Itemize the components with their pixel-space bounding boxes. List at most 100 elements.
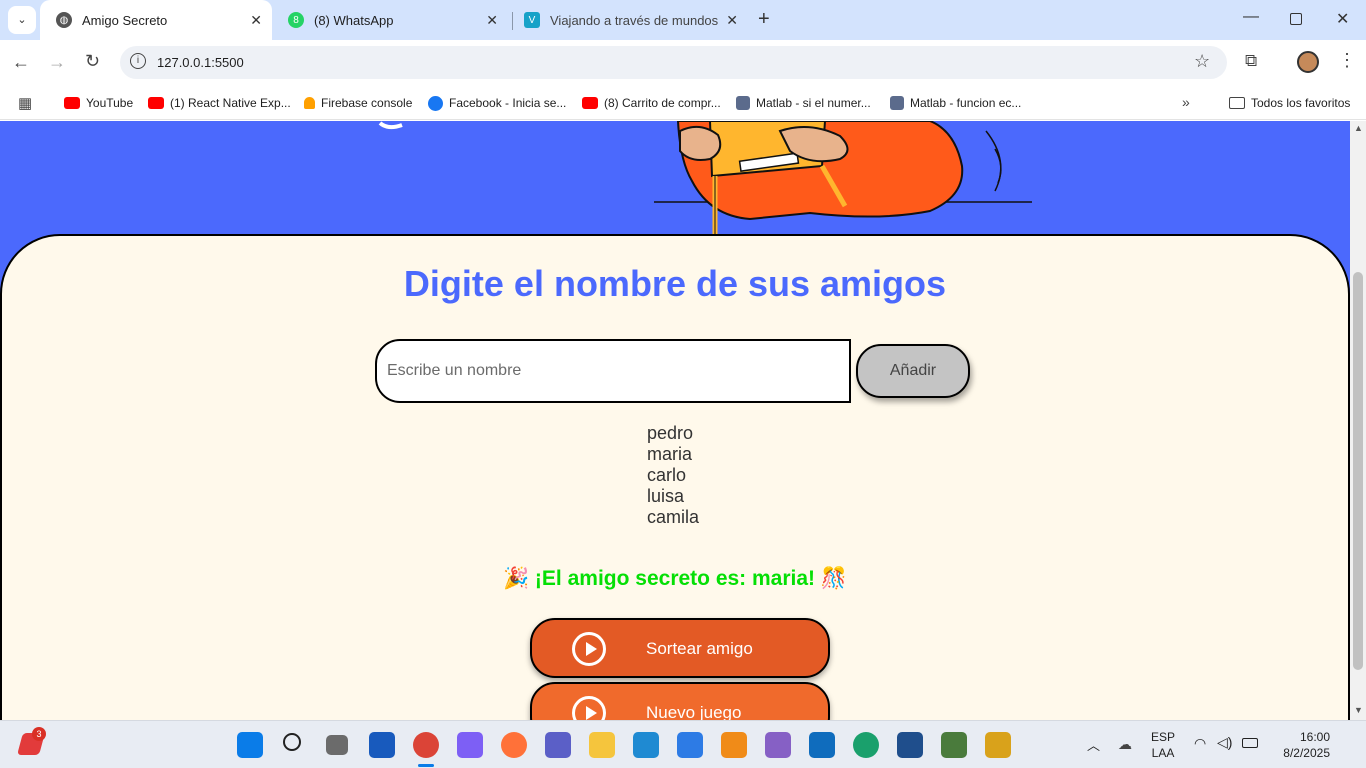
bookmark-matlab-1[interactable]: Matlab - si el numer... [736, 93, 871, 113]
app-icon[interactable] [985, 732, 1011, 758]
friend-list: pedro maria carlo luisa camila [647, 423, 699, 528]
draw-friend-button[interactable]: Sortear amigo [530, 618, 830, 678]
teams-icon[interactable] [545, 732, 571, 758]
bookmark-youtube[interactable]: YouTube [64, 93, 133, 113]
cloud-icon[interactable]: ☁ [1118, 736, 1132, 753]
visual-studio-icon[interactable] [765, 732, 791, 758]
active-indicator [418, 764, 434, 767]
apps-grid-icon[interactable]: ▦ [18, 94, 32, 112]
close-icon[interactable]: ✕ [486, 12, 498, 29]
date-text: 8/2/2025 [1283, 746, 1330, 760]
tab-viajando[interactable]: V Viajando a través de mundos ci ✕ [508, 0, 748, 40]
page-viewport: Digite el nombre de sus amigos Añadir pe… [0, 121, 1350, 720]
list-item: pedro [647, 423, 694, 443]
youtube-icon [582, 97, 598, 109]
close-icon[interactable]: ✕ [726, 12, 738, 29]
site-info-icon[interactable]: i [130, 53, 146, 69]
tab-title: (8) WhatsApp [314, 12, 394, 28]
list-item: carlo [647, 465, 687, 485]
file-explorer-icon[interactable] [589, 732, 615, 758]
battery-icon[interactable] [1242, 738, 1258, 748]
star-icon[interactable]: ☆ [1194, 51, 1210, 72]
avatar[interactable] [1297, 51, 1319, 73]
forward-icon[interactable]: → [48, 52, 66, 73]
list-item: luisa [647, 486, 685, 506]
add-button[interactable]: Añadir [856, 344, 970, 398]
all-bookmarks-folder[interactable]: Todos los favoritos [1229, 93, 1350, 113]
copilot-icon[interactable] [457, 732, 483, 758]
minimize-button[interactable]: — [1243, 8, 1259, 26]
bookmark-label: (8) Carrito de compr... [604, 96, 721, 110]
result-message: 🎉 ¡El amigo secreto es: maria! 🎊 [502, 567, 848, 590]
tab-title: Viajando a través de mundos ci [550, 12, 718, 28]
reload-icon[interactable]: ↻ [85, 51, 100, 72]
start-icon[interactable] [237, 732, 263, 758]
new-game-button[interactable]: Nuevo juego [530, 682, 830, 720]
search-icon[interactable] [283, 733, 301, 751]
whatsapp-icon: 8 [288, 12, 304, 28]
play-icon [572, 696, 606, 720]
menu-icon[interactable]: ⋮ [1338, 50, 1356, 71]
bookmark-label: Matlab - funcion ec... [910, 96, 1022, 110]
vscode-icon[interactable] [633, 732, 659, 758]
bookmark-label: Todos los favoritos [1251, 96, 1351, 110]
clock[interactable]: 16:00 8/2/2025 [1268, 729, 1330, 761]
scroll-down-icon[interactable]: ▼ [1354, 705, 1363, 715]
button-label: Sortear amigo [646, 639, 753, 658]
bookmark-matlab-2[interactable]: Matlab - funcion ec... [890, 93, 1021, 113]
store-icon[interactable] [677, 732, 703, 758]
language-indicator[interactable]: ESP LAA [1148, 729, 1178, 761]
language-code: ESP [1150, 730, 1175, 744]
back-icon[interactable]: ← [12, 52, 30, 73]
virtualbox-icon[interactable] [897, 732, 923, 758]
bookmark-label: Facebook - Inicia se... [449, 96, 567, 110]
hero-illustration [654, 121, 1032, 236]
task-view-icon[interactable] [326, 735, 348, 755]
address-bar[interactable]: i 127.0.0.1:5500 ☆ [120, 46, 1227, 79]
bookmark-facebook[interactable]: Facebook - Inicia se... [428, 93, 566, 113]
close-icon[interactable]: ✕ [250, 12, 262, 29]
tab-whatsapp[interactable]: 8 (8) WhatsApp ✕ [272, 0, 508, 40]
bookmark-carrito[interactable]: (8) Carrito de compr... [582, 93, 721, 113]
new-tab-button[interactable]: + [758, 8, 770, 31]
volume-icon[interactable]: ◁) [1217, 734, 1232, 751]
hero-title-fragment [378, 121, 403, 130]
bookmarks-bar: ▦ YouTube (1) React Native Exp... Fireba… [0, 86, 1366, 120]
more-bookmarks-icon[interactable]: » [1182, 94, 1190, 110]
page-title: Digite el nombre de sus amigos [403, 263, 947, 304]
scroll-thumb[interactable] [1353, 272, 1363, 670]
scroll-up-icon[interactable]: ▲ [1354, 123, 1363, 133]
sublime-icon[interactable] [721, 732, 747, 758]
close-window-button[interactable]: ✕ [1336, 9, 1349, 29]
bookmark-label: YouTube [86, 96, 134, 110]
extensions-icon[interactable]: ⧉ [1245, 51, 1257, 71]
youtube-icon [148, 97, 164, 109]
name-input[interactable] [375, 339, 851, 403]
bookmark-label: (1) React Native Exp... [170, 96, 291, 110]
firebase-icon [304, 97, 315, 109]
list-item: maria [647, 444, 693, 464]
bookmark-firebase[interactable]: Firebase console [304, 93, 412, 113]
tab-title: Amigo Secreto [82, 12, 168, 28]
edge-icon[interactable] [853, 732, 879, 758]
wifi-icon[interactable]: ◠ [1194, 735, 1206, 752]
bookmark-label: Matlab - si el numer... [756, 96, 871, 110]
tab-search-button[interactable]: ⌄ [8, 6, 36, 34]
button-label: Nuevo juego [646, 703, 742, 720]
notification-badge: 3 [32, 727, 46, 741]
page-icon [890, 96, 904, 110]
tab-strip: ⌄ ◍ Amigo Secreto ✕ 8 (8) WhatsApp ✕ V V… [0, 0, 1366, 40]
app-icon[interactable] [941, 732, 967, 758]
bookmark-label: Firebase console [321, 96, 413, 110]
firefox-icon[interactable] [501, 732, 527, 758]
chevron-up-icon[interactable]: ︿ [1087, 735, 1100, 754]
bookmark-react-native[interactable]: (1) React Native Exp... [148, 93, 291, 113]
site-icon: V [524, 12, 540, 28]
tab-amigo-secreto[interactable]: ◍ Amigo Secreto ✕ [40, 0, 272, 40]
word-icon[interactable] [369, 732, 395, 758]
chrome-icon[interactable] [413, 732, 439, 758]
youtube-icon [64, 97, 80, 109]
restore-button[interactable] [1290, 13, 1302, 25]
url-text: 127.0.0.1:5500 [157, 55, 244, 70]
outlook-icon[interactable] [809, 732, 835, 758]
